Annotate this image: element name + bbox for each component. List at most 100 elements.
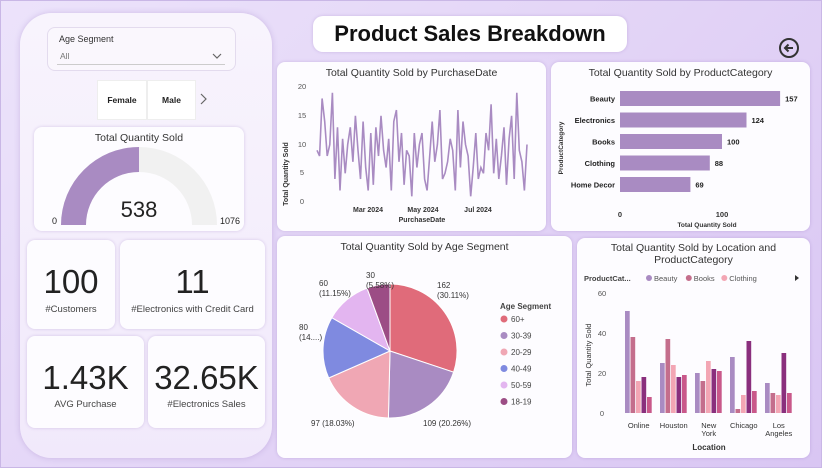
x-tick: 100 bbox=[716, 210, 729, 219]
legend-item: Clothing bbox=[729, 274, 757, 283]
dropdown-value: All bbox=[60, 51, 70, 61]
category-bar bbox=[620, 112, 747, 128]
female-label: Female bbox=[107, 95, 137, 105]
line-chart: Total Quantity Sold 20 15 10 5 0 Mar 202… bbox=[283, 82, 528, 224]
category-label: Los Angeles bbox=[765, 421, 792, 438]
age-segment-dropdown[interactable]: All bbox=[57, 49, 225, 65]
chevron-right-icon[interactable] bbox=[200, 93, 208, 105]
legend-item: 30-39 bbox=[511, 332, 532, 341]
y-tick: 15 bbox=[298, 111, 306, 120]
bar-value-label: 124 bbox=[751, 116, 764, 125]
cluster-x-axis-label: Location bbox=[692, 443, 725, 452]
location-bar bbox=[665, 339, 671, 413]
pie-data-label: 80 (14....) bbox=[299, 323, 322, 342]
pie-data-label: 30 (5.58%) bbox=[366, 271, 394, 290]
page-title-box: Product Sales Breakdown bbox=[313, 16, 627, 52]
location-bar bbox=[735, 409, 741, 413]
cluster-y-axis-label: Total Quantity Sold bbox=[584, 324, 593, 387]
kpi-label: #Customers bbox=[45, 304, 97, 315]
chevron-down-icon bbox=[212, 53, 222, 59]
location-bar bbox=[741, 395, 746, 413]
line-x-axis-label: PurchaseDate bbox=[399, 217, 446, 224]
line-series bbox=[316, 92, 528, 197]
pie-data-label: 97 (18.03%) bbox=[311, 419, 355, 428]
gauge-max: 1076 bbox=[220, 216, 241, 226]
cluster-legend-title: ProductCat... bbox=[584, 274, 631, 283]
legend-dot bbox=[500, 332, 508, 339]
age-segment-slicer: Age Segment All bbox=[47, 27, 236, 71]
location-bar bbox=[765, 383, 770, 413]
category-label: New York bbox=[701, 421, 717, 438]
location-bar bbox=[787, 393, 792, 413]
x-tick: May 2024 bbox=[407, 207, 438, 214]
line-y-axis-label: Total Quantity Sold bbox=[283, 142, 290, 206]
location-bar bbox=[752, 391, 757, 413]
bar-value-label: 100 bbox=[727, 138, 740, 147]
category-bar bbox=[620, 91, 781, 106]
category-bar-chart: ProductCategory 0 100 Total Quantity Sol… bbox=[558, 91, 798, 229]
y-tick: 0 bbox=[600, 409, 604, 418]
pie-data-label: 60 (11.15%) bbox=[319, 279, 351, 298]
kpi-label: #Electronics with Credit Card bbox=[131, 304, 254, 315]
kpi-value: 32.65K bbox=[154, 359, 259, 396]
line-y-ticks: 20 15 10 5 0 bbox=[298, 82, 306, 206]
kpi-value: 1.43K bbox=[42, 359, 129, 396]
category-label: Books bbox=[592, 138, 615, 147]
location-bar bbox=[770, 393, 776, 413]
legend-item: 60+ bbox=[511, 315, 525, 324]
kpi-label: AVG Purchase bbox=[54, 399, 117, 410]
kpi-value: 100 bbox=[43, 263, 99, 300]
legend-dot bbox=[500, 365, 508, 372]
back-arrow-icon[interactable] bbox=[778, 37, 800, 59]
line-chart-card: Total Quantity Sold by PurchaseDate Tota… bbox=[277, 62, 546, 231]
pie-data-label: 109 (20.26%) bbox=[423, 419, 471, 428]
age-pie-chart: Age Segment 162 (30.11%) 109 (20.26%) 97 (1… bbox=[299, 271, 551, 428]
legend-dot bbox=[500, 348, 508, 356]
y-tick: 0 bbox=[300, 197, 304, 206]
y-tick: 20 bbox=[298, 82, 306, 91]
legend-item: Books bbox=[694, 274, 715, 283]
y-tick: 40 bbox=[598, 329, 606, 338]
legend-item: Beauty bbox=[654, 274, 678, 283]
kpi-label: #Electronics Sales bbox=[167, 399, 246, 410]
page-title: Product Sales Breakdown bbox=[334, 21, 606, 46]
location-bar bbox=[647, 397, 652, 413]
pie-data-label: 162 (30.11%) bbox=[437, 281, 469, 300]
gender-male-button[interactable]: Male bbox=[147, 80, 196, 120]
legend-dot bbox=[646, 275, 652, 281]
legend-dot bbox=[500, 381, 508, 389]
location-bar bbox=[700, 381, 706, 413]
bar-value-label: 69 bbox=[695, 181, 703, 190]
legend-dot bbox=[500, 398, 508, 405]
category-label: Clothing bbox=[585, 159, 616, 168]
legend-dot bbox=[721, 275, 728, 281]
location-bar bbox=[660, 363, 665, 413]
location-bar bbox=[717, 371, 722, 413]
gauge-card: Total Quantity Sold 538 0 1076 bbox=[34, 127, 244, 231]
location-bar bbox=[730, 357, 735, 413]
gender-female-button[interactable]: Female bbox=[97, 80, 147, 120]
legend-item: 50-59 bbox=[511, 381, 532, 390]
location-bar bbox=[676, 377, 682, 413]
kpi-card-avg-purchase: 1.43K AVG Purchase bbox=[27, 336, 144, 428]
legend-next-icon bbox=[795, 275, 799, 281]
category-label: Electronics bbox=[575, 116, 615, 125]
location-bar bbox=[671, 365, 676, 413]
category-label: Houston bbox=[660, 421, 688, 430]
location-bar bbox=[706, 361, 711, 413]
category-bar bbox=[620, 177, 691, 192]
category-bar-card: Total Quantity Sold by ProductCategory P… bbox=[551, 62, 810, 231]
hbar-x-axis-label: Total Quantity Sold bbox=[677, 222, 736, 229]
location-bar bbox=[682, 375, 687, 413]
kpi-card-electronics-sales: 32.65K #Electronics Sales bbox=[148, 336, 265, 428]
male-label: Male bbox=[162, 95, 181, 105]
location-bar bbox=[746, 341, 752, 413]
legend-dot bbox=[685, 275, 692, 281]
legend-item: 20-29 bbox=[511, 348, 532, 357]
legend-dot bbox=[500, 315, 508, 323]
location-bar bbox=[636, 381, 641, 413]
gauge-value: 538 bbox=[120, 197, 158, 222]
pie-legend-title: Age Segment bbox=[500, 302, 551, 311]
y-tick: 5 bbox=[300, 168, 304, 177]
y-tick: 10 bbox=[298, 140, 306, 149]
